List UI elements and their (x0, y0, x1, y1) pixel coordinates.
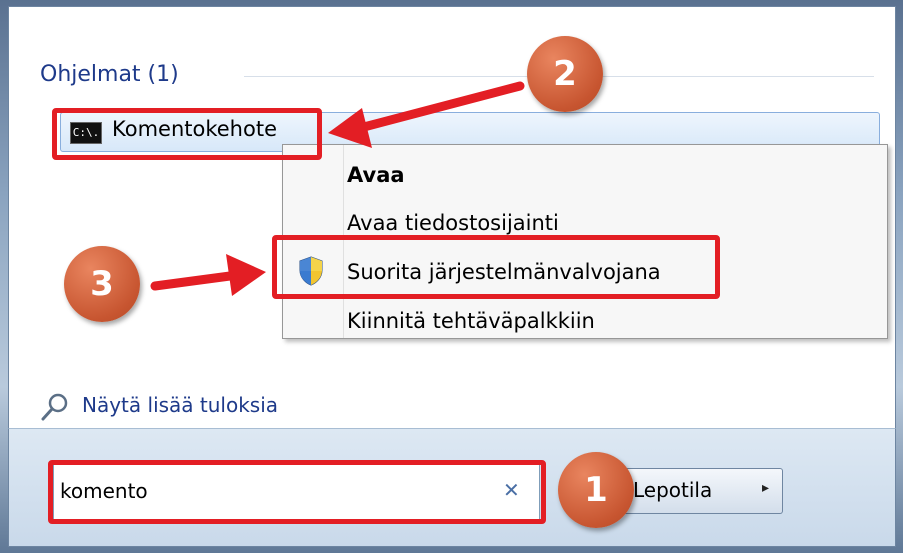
step-badge-1: 1 (558, 452, 634, 528)
arrow-2-head (328, 108, 372, 148)
step-badge-2: 2 (527, 36, 603, 112)
arrow-3-head (226, 254, 266, 296)
arrow-2-line (355, 81, 525, 133)
step-badge-3: 3 (64, 246, 140, 322)
arrow-3-line (150, 271, 235, 291)
